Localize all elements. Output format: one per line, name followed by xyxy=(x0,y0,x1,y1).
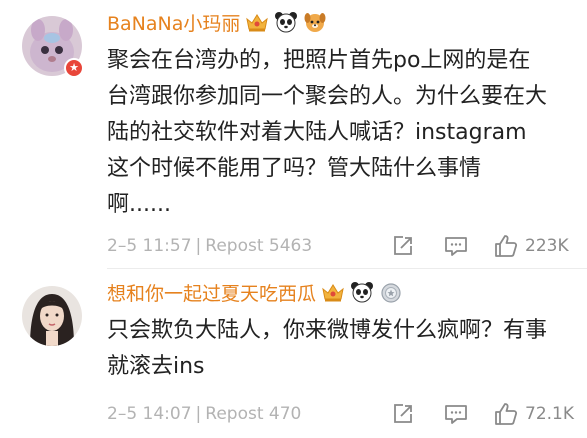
crown-vip-icon xyxy=(246,14,269,32)
comment-icon xyxy=(445,237,467,256)
comment-line: 就滚去ins xyxy=(107,354,205,379)
username-link[interactable]: BaNaNa小玛丽 xyxy=(107,9,240,36)
meta-separator: | xyxy=(195,236,202,256)
timestamp: 2–5 14:07 xyxy=(107,404,192,424)
repost-count[interactable]: Repost 470 xyxy=(205,404,301,424)
comment-line: 陆的社交软件对着大陆人喊话？instagram xyxy=(107,120,527,145)
comment-icon xyxy=(445,405,467,424)
timestamp: 2–5 11:57 xyxy=(107,236,192,256)
comment-line: 只会欺负大陆人，你来微博发什么疯啊？有事 xyxy=(107,318,548,343)
username-row: BaNaNa小玛丽 xyxy=(107,8,327,36)
thumbs-up-icon xyxy=(495,235,518,257)
avatar[interactable] xyxy=(22,286,82,346)
comment-line: 聚会在台湾办的，把照片首先po上网的是在 xyxy=(107,48,531,73)
username-row: 想和你一起过夏天吃西瓜 xyxy=(107,278,403,306)
comment-text: 只会欺负大陆人，你来微博发什么疯啊？有事 就滚去ins xyxy=(107,313,562,385)
repost-count[interactable]: Repost 5463 xyxy=(205,236,312,256)
reply-button[interactable] xyxy=(443,398,469,430)
comment-text: 聚会在台湾办的，把照片首先po上网的是在 台湾跟你参加同一个聚会的人。为什么要在… xyxy=(107,43,562,223)
comment-divider xyxy=(107,268,587,269)
share-icon xyxy=(394,236,412,255)
comment-item: 想和你一起过夏天吃西瓜 只会欺负大陆人，你来微博发什么疯啊？有事 就滚去ins … xyxy=(0,272,587,438)
reply-button[interactable] xyxy=(443,230,469,262)
share-button[interactable] xyxy=(391,230,415,262)
verified-star-icon: ★ xyxy=(64,58,84,78)
comment-line: 这个时候不能用了吗？管大陆什么事情 xyxy=(107,156,482,181)
panda-icon xyxy=(351,282,374,303)
comment-line: 台湾跟你参加同一个聚会的人。为什么要在大 xyxy=(107,84,548,109)
panda-icon xyxy=(275,12,298,33)
like-button[interactable]: 223K xyxy=(493,230,569,262)
dog-icon xyxy=(304,13,326,32)
thumbs-up-icon xyxy=(495,403,518,425)
comment-meta: 2–5 14:07 | Repost 470 72.1K xyxy=(107,398,574,430)
crown-vip-icon xyxy=(322,284,344,302)
comment-line: 啊...... xyxy=(107,192,171,217)
comment-item: ★ BaNaNa小玛丽 聚会在台湾办的，把照片首先po上网的是在 台湾跟你参加同… xyxy=(0,0,587,268)
comment-meta: 2–5 11:57 | Repost 5463 223K xyxy=(107,230,571,262)
share-button[interactable] xyxy=(391,398,415,430)
share-icon xyxy=(394,404,412,423)
like-count: 72.1K xyxy=(525,404,574,424)
meta-separator: | xyxy=(195,404,202,424)
silver-medal-icon xyxy=(381,283,401,303)
username-link[interactable]: 想和你一起过夏天吃西瓜 xyxy=(107,279,316,306)
like-button[interactable]: 72.1K xyxy=(493,398,574,430)
like-count: 223K xyxy=(525,236,569,256)
